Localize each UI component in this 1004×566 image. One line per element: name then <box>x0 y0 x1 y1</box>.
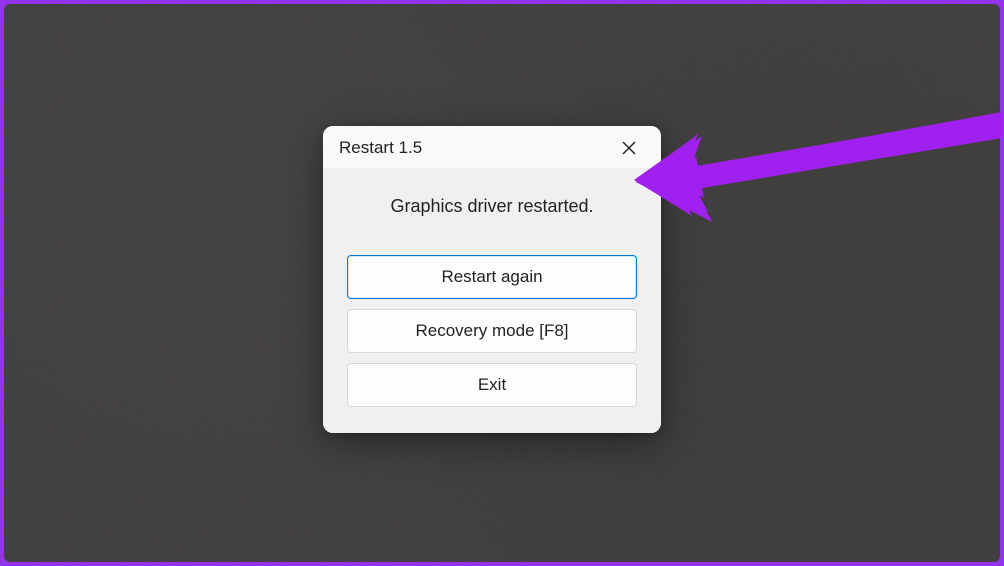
status-message: Graphics driver restarted. <box>347 196 637 217</box>
desktop-background: Restart 1.5 Graphics driver restarted. R… <box>4 4 1000 562</box>
recovery-mode-button[interactable]: Recovery mode [F8] <box>347 309 637 353</box>
annotation-arrow <box>632 112 1002 232</box>
restart-again-button[interactable]: Restart again <box>347 255 637 299</box>
close-button[interactable] <box>611 134 647 162</box>
restart-dialog: Restart 1.5 Graphics driver restarted. R… <box>323 126 661 433</box>
exit-button[interactable]: Exit <box>347 363 637 407</box>
close-icon <box>621 140 637 156</box>
dialog-body: Graphics driver restarted. Restart again… <box>323 168 661 433</box>
titlebar: Restart 1.5 <box>323 126 661 168</box>
window-title: Restart 1.5 <box>339 138 422 158</box>
